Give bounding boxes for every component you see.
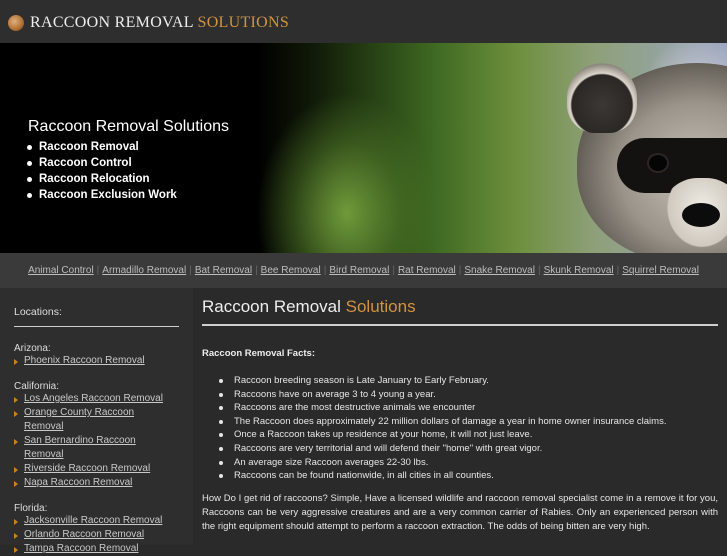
nav-separator: | [323,265,327,276]
location-link[interactable]: Jacksonville Raccoon Removal [14,514,174,528]
nav-separator: | [96,265,100,276]
raccoon-nose [682,203,720,227]
nav-link-bat-removal[interactable]: Bat Removal [195,265,252,276]
nav-link-bird-removal[interactable]: Bird Removal [329,265,389,276]
nav-link-rat-removal[interactable]: Rat Removal [398,265,456,276]
nav-link-skunk-removal[interactable]: Skunk Removal [544,265,614,276]
main-content: Raccoon Removal Solutions Raccoon Remova… [193,288,727,545]
location-link[interactable]: Riverside Raccoon Removal [14,462,174,476]
main-nav: Animal Control | Armadillo Removal | Bat Rem… [0,253,727,288]
fact-item: Raccoons are very territorial and will d… [217,442,666,456]
raccoon-photo [257,43,727,253]
location-link[interactable]: San Bernardino Raccoon Removal [14,434,174,462]
nav-link-bee-removal[interactable]: Bee Removal [261,265,321,276]
hero-services-list: Raccoon Removal Raccoon Control Raccoon … [26,139,177,203]
facts-list: Raccoon breeding season is Late January … [217,374,666,483]
logo-accent-text: SOLUTIONS [197,14,290,31]
page-title-main: Raccoon Removal [202,297,341,316]
location-link[interactable]: Orlando Raccoon Removal [14,528,174,542]
hero-banner: Raccoon Removal Solutions Raccoon Remova… [0,43,727,253]
location-link[interactable]: Los Angeles Raccoon Removal [14,392,174,406]
hero-service-item: Raccoon Relocation [26,171,177,187]
fact-item: The Raccoon does approximately 22 millio… [217,415,666,429]
state-heading-california: California: [14,381,60,392]
fact-item: Raccoon breeding season is Late January … [217,374,666,388]
fact-item: Once a Raccoon takes up residence at you… [217,428,666,442]
nav-separator: | [458,265,462,276]
logo-main-text: RACCOON REMOVAL [30,14,194,31]
facts-heading: Raccoon Removal Facts: [202,348,315,359]
sidebar-divider [14,326,179,327]
nav-separator: | [189,265,192,276]
location-link[interactable]: Orange County Raccoon Removal [14,406,174,434]
locations-heading: Locations: [14,306,62,318]
state-heading-florida: Florida: [14,503,48,514]
nav-link-snake-removal[interactable]: Snake Removal [464,265,535,276]
hero-service-item: Raccoon Exclusion Work [26,187,177,203]
nav-link-armadillo-removal[interactable]: Armadillo Removal [102,265,186,276]
raccoon-eye-left [649,155,667,171]
fact-item: Raccoons are the most destructive animal… [217,401,666,415]
hero-service-item: Raccoon Control [26,155,177,171]
fact-item: Raccoons have on average 3 to 4 young a … [217,388,666,402]
page-title: Raccoon Removal Solutions [202,297,416,317]
site-header: RACCOON REMOVAL SOLUTIONS [0,0,727,43]
raccoon-logo-icon[interactable] [8,15,24,31]
title-divider [202,324,718,326]
hero-title: Raccoon Removal Solutions [28,118,229,135]
location-link[interactable]: Tampa Raccoon Removal [14,542,174,556]
nav-separator: | [255,265,258,276]
nav-link-squirrel-removal[interactable]: Squirrel Removal [622,265,699,276]
location-link[interactable]: Napa Raccoon Removal [14,476,174,490]
intro-paragraph: How Do I get rid of raccoons? Simple, Ha… [202,493,718,532]
fact-item: An average size Raccoon averages 22-30 l… [217,456,666,470]
site-logo[interactable]: RACCOON REMOVAL SOLUTIONS [30,14,289,32]
nav-separator: | [537,265,541,276]
nav-separator: | [392,265,395,276]
page-title-accent: Solutions [345,297,416,316]
nav-link-animal-control[interactable]: Animal Control [28,265,94,276]
hero-service-item: Raccoon Removal [26,139,177,155]
locations-sidebar: Locations: Arizona: Phoenix Raccoon Remo… [0,288,193,554]
raccoon-ear-left [567,63,637,133]
location-link[interactable]: Phoenix Raccoon Removal [14,354,174,368]
nav-separator: | [616,265,620,276]
state-heading-arizona: Arizona: [14,343,51,354]
fact-item: Raccoons can be found nationwide, in all… [217,469,666,483]
